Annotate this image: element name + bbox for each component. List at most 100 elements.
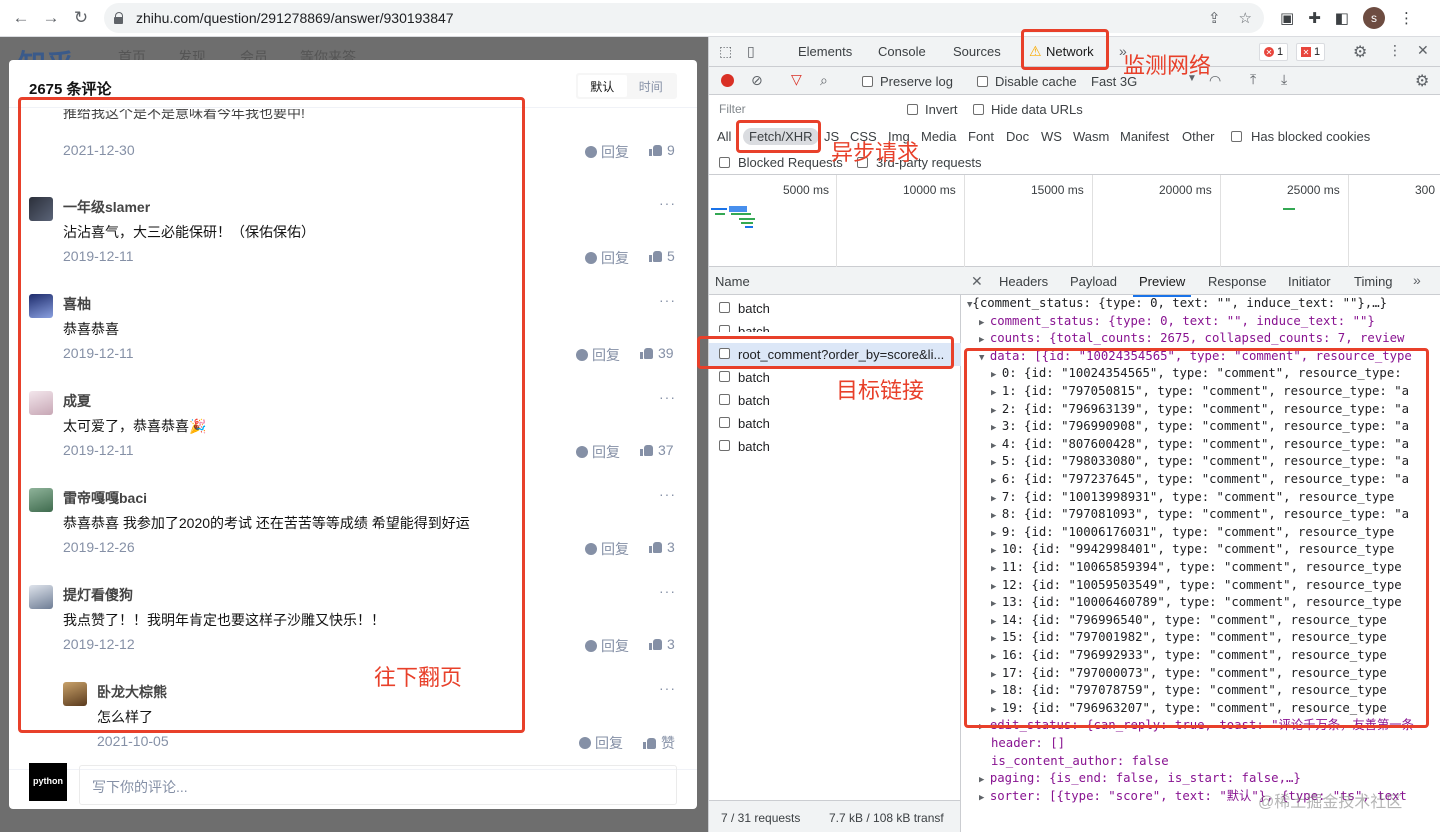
- blocked-cookies-label: Has blocked cookies: [1251, 129, 1371, 144]
- extensions-puzzle-icon[interactable]: ✚: [1308, 9, 1321, 27]
- tab-console[interactable]: Console: [878, 44, 926, 59]
- like-button[interactable]: 37: [640, 442, 674, 458]
- reply-button[interactable]: 回复: [585, 636, 629, 656]
- type-all[interactable]: All: [717, 129, 731, 144]
- reply-button[interactable]: 回复: [585, 142, 629, 162]
- reply-button[interactable]: 回复: [579, 733, 623, 749]
- collapse-triangle-icon: ▶: [979, 317, 990, 328]
- tab-preview[interactable]: Preview: [1132, 274, 1192, 297]
- error-badge[interactable]: ✕ 1: [1259, 43, 1289, 61]
- reload-icon[interactable]: ↻: [66, 3, 96, 33]
- reply-icon: [585, 146, 597, 158]
- like-button[interactable]: 3: [649, 539, 675, 555]
- network-settings-icon[interactable]: ⚙: [1415, 71, 1429, 91]
- blocked-requests-checkbox[interactable]: [719, 157, 730, 168]
- like-button[interactable]: 9: [649, 142, 675, 158]
- tab-headers[interactable]: Headers: [999, 274, 1048, 289]
- forward-icon[interactable]: →: [36, 3, 66, 33]
- comment-count: 2675 条评论: [29, 81, 112, 98]
- type-other[interactable]: Other: [1182, 129, 1215, 144]
- tab-initiator[interactable]: Initiator: [1288, 274, 1331, 289]
- like-button[interactable]: 3: [649, 636, 675, 652]
- detail-tabbar: ✕ Headers Payload Preview Response Initi…: [961, 267, 1440, 297]
- reply-icon: [585, 640, 597, 652]
- sort-time[interactable]: 时间: [627, 75, 676, 97]
- request-row[interactable]: batch: [709, 297, 961, 320]
- record-icon[interactable]: [721, 74, 734, 87]
- json-node: is_content_author: false: [991, 753, 1169, 771]
- preserve-log-checkbox[interactable]: [862, 76, 873, 87]
- settings-gear-icon[interactable]: ⚙: [1353, 42, 1367, 62]
- tab-response[interactable]: Response: [1208, 274, 1267, 289]
- search-icon[interactable]: ⌕: [820, 72, 828, 89]
- more-icon[interactable]: ···: [659, 195, 676, 211]
- network-status-bar: 7 / 31 requests 7.7 kB / 108 kB transf: [709, 800, 961, 832]
- reply-button[interactable]: 回复: [576, 345, 620, 365]
- type-doc[interactable]: Doc: [1006, 129, 1029, 144]
- type-font[interactable]: Font: [968, 129, 994, 144]
- type-wasm[interactable]: Wasm: [1073, 129, 1109, 144]
- blocked-cookies-checkbox[interactable]: [1231, 131, 1242, 142]
- extension-x-icon[interactable]: ▣: [1280, 9, 1294, 27]
- thumbs-up-icon: [643, 737, 656, 749]
- profile-avatar[interactable]: s: [1362, 7, 1385, 29]
- user-avatar[interactable]: python: [29, 763, 67, 801]
- filter-input[interactable]: Filter: [715, 99, 893, 119]
- more-icon[interactable]: ···: [659, 486, 676, 502]
- request-row[interactable]: batch: [709, 320, 961, 332]
- bookmark-star-icon[interactable]: ☆: [1239, 9, 1252, 27]
- clear-icon[interactable]: ⊘: [751, 72, 763, 89]
- request-row[interactable]: batch: [709, 412, 961, 435]
- lock-icon[interactable]: [114, 12, 124, 24]
- issues-badge[interactable]: ✕ 1: [1296, 43, 1326, 61]
- inspect-element-icon[interactable]: ⬚: [719, 43, 732, 60]
- like-count: 5: [667, 248, 675, 264]
- close-devtools-icon[interactable]: ✕: [1417, 42, 1429, 59]
- tab-sources[interactable]: Sources: [953, 44, 1001, 59]
- devtools-menu-icon[interactable]: ⋮: [1388, 42, 1402, 59]
- type-manifest[interactable]: Manifest: [1120, 129, 1169, 144]
- reply-label: 回复: [601, 638, 629, 654]
- tab-timing[interactable]: Timing: [1354, 274, 1393, 289]
- reply-button[interactable]: 回复: [585, 539, 629, 559]
- import-har-icon[interactable]: ⤒: [1250, 71, 1256, 88]
- reply-button[interactable]: 回复: [585, 248, 629, 268]
- export-har-icon[interactable]: ⤓: [1281, 71, 1287, 88]
- json-is-content-author: is_content_author: false: [991, 753, 1169, 768]
- share-icon[interactable]: ⇪: [1208, 9, 1221, 27]
- more-icon[interactable]: ···: [659, 680, 676, 696]
- sort-toggle: 默认 时间: [576, 73, 677, 99]
- type-media[interactable]: Media: [921, 129, 956, 144]
- like-button[interactable]: 5: [649, 248, 675, 264]
- disable-cache-checkbox[interactable]: [977, 76, 988, 87]
- invert-checkbox[interactable]: [907, 104, 918, 115]
- name-column-header[interactable]: Name: [709, 267, 961, 295]
- like-button[interactable]: 39: [640, 345, 674, 361]
- collapse-triangle-icon: ▶: [979, 775, 990, 786]
- browser-menu-icon[interactable]: ⋮: [1399, 9, 1414, 27]
- tab-payload[interactable]: Payload: [1070, 274, 1117, 289]
- more-icon[interactable]: ···: [659, 583, 676, 599]
- network-overview[interactable]: 5000 ms 10000 ms 15000 ms 20000 ms 25000…: [709, 175, 1440, 267]
- comment-compose: python 写下你的评论...: [9, 763, 697, 809]
- sidepanel-icon[interactable]: ◧: [1335, 9, 1349, 27]
- filter-funnel-icon[interactable]: ▽: [791, 71, 802, 88]
- blocked-requests-label: Blocked Requests: [738, 155, 843, 170]
- sort-default[interactable]: 默认: [578, 75, 627, 97]
- device-toolbar-icon[interactable]: ▯: [747, 43, 755, 60]
- more-icon[interactable]: ···: [659, 389, 676, 405]
- reply-button[interactable]: 回复: [576, 442, 620, 462]
- more-tabs-icon[interactable]: »: [1413, 272, 1421, 288]
- like-button[interactable]: 赞: [643, 733, 675, 749]
- reply-label: 回复: [601, 250, 629, 266]
- close-detail-icon[interactable]: ✕: [971, 273, 983, 290]
- tab-elements[interactable]: Elements: [798, 44, 852, 59]
- back-icon[interactable]: ←: [6, 3, 36, 33]
- hide-data-urls-checkbox[interactable]: [973, 104, 984, 115]
- type-ws[interactable]: WS: [1041, 129, 1062, 144]
- request-row[interactable]: batch: [709, 435, 961, 458]
- more-icon[interactable]: ···: [659, 292, 676, 308]
- annotation-box-comments: [18, 97, 525, 733]
- reply-label: 回复: [592, 444, 620, 460]
- comment-input[interactable]: 写下你的评论...: [79, 765, 677, 805]
